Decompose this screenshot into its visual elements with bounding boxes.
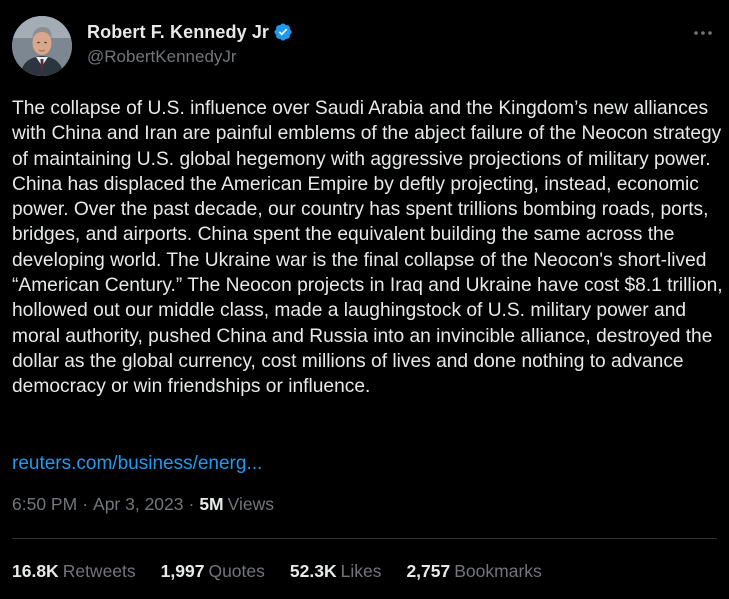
quotes-count: 1,997 xyxy=(160,561,205,581)
likes-count: 52.3K xyxy=(289,561,337,581)
retweets-stat[interactable]: 16.8K Retweets xyxy=(12,559,136,583)
display-name[interactable]: Robert F. Kennedy Jr xyxy=(87,22,269,43)
bookmarks-label: Bookmarks xyxy=(454,561,542,581)
author-names: Robert F. Kennedy Jr @RobertKennedyJr xyxy=(87,20,293,67)
quotes-label: Quotes xyxy=(208,561,265,581)
meta-separator: · xyxy=(82,494,89,514)
retweets-count: 16.8K xyxy=(12,561,59,581)
verified-badge-icon[interactable] xyxy=(273,22,293,42)
tweet-stats: 16.8K Retweets 1,997 Quotes 52.3K Likes 2,7… xyxy=(12,559,567,583)
tweet-text: The collapse of U.S. influence over Saud… xyxy=(12,98,728,398)
quotes-stat[interactable]: 1,997 Quotes xyxy=(161,559,265,583)
likes-stat[interactable]: 52.3K Likes xyxy=(290,559,382,583)
views-label: Views xyxy=(227,494,275,514)
meta-separator: · xyxy=(188,494,195,514)
tweet-link[interactable]: reuters.com/business/energ... xyxy=(12,451,262,476)
avatar[interactable] xyxy=(12,16,72,76)
tweet-meta: 6:50 PM · Apr 3, 2023 · 5M Views xyxy=(12,492,274,516)
divider xyxy=(12,538,717,539)
likes-label: Likes xyxy=(340,561,382,581)
tweet: Robert F. Kennedy Jr @RobertKennedyJr Th… xyxy=(0,0,729,599)
author-handle[interactable]: @RobertKennedyJr xyxy=(87,47,293,67)
more-options-button[interactable] xyxy=(689,20,717,44)
retweets-label: Retweets xyxy=(62,561,136,581)
display-name-row: Robert F. Kennedy Jr xyxy=(87,20,293,44)
more-horizontal-icon xyxy=(693,23,713,41)
views-count: 5M xyxy=(199,494,224,514)
tweet-date[interactable]: Apr 3, 2023 xyxy=(93,492,183,516)
bookmarks-stat[interactable]: 2,757 Bookmarks xyxy=(406,559,541,583)
bookmarks-count: 2,757 xyxy=(406,561,451,581)
tweet-header: Robert F. Kennedy Jr @RobertKennedyJr xyxy=(12,16,717,76)
tweet-time[interactable]: 6:50 PM xyxy=(12,492,77,516)
